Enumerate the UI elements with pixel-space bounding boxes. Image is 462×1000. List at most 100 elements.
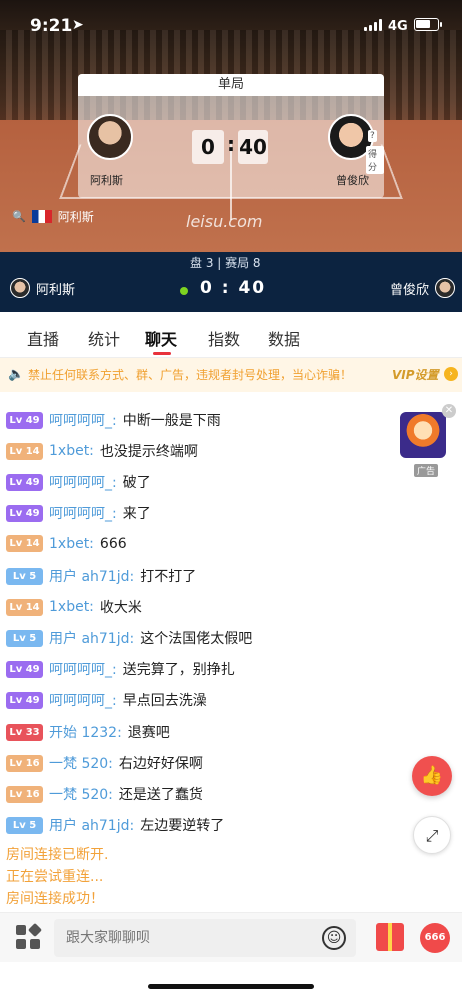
level-badge: Lv 49	[6, 411, 43, 429]
chat-text: 左边要逆转了	[140, 818, 225, 834]
avatar-player-left	[87, 114, 133, 160]
score-right: 40	[238, 130, 268, 164]
chat-username[interactable]: 一梵 520:	[49, 784, 113, 804]
chat-message: Lv 49 呵呵呵呵_: 中断一般是下雨	[6, 410, 221, 430]
notice-bar: 🔈 禁止任何联系方式、群、广告，违规者封号处理，当心诈骗！ VIP设置 ›	[0, 358, 462, 392]
set-game-info: 盘 3 | 赛局 8	[190, 256, 261, 270]
chat-message: Lv 16 一梵 520: 右边好好保啊	[6, 753, 203, 773]
tab-data[interactable]: 数据	[268, 326, 300, 350]
chat-username[interactable]: 一梵 520:	[49, 753, 113, 773]
chat-username[interactable]: 呵呵呵呵_:	[49, 503, 117, 523]
chat-text: 也没提示终端啊	[99, 444, 198, 460]
chat-text: 右边好好保啊	[118, 756, 203, 772]
chat-message: Lv 49 呵呵呵呵_: 破了	[6, 472, 151, 492]
chat-username[interactable]: 开始 1232:	[49, 722, 122, 742]
chat-username[interactable]: 用户 ah71jd:	[49, 566, 134, 586]
chat-text: 来了	[122, 506, 151, 522]
chat-text: 666	[99, 535, 127, 552]
level-badge: Lv 5	[6, 629, 43, 647]
watermark: leisu.com	[186, 212, 263, 231]
home-indicator	[148, 984, 314, 989]
scorecard: 单局 0 : 40 阿利斯 曾俊欣 ? 得分	[78, 74, 384, 198]
expand-icon[interactable]: ⤢	[413, 816, 451, 854]
chat-username[interactable]: 呵呵呵呵_:	[49, 690, 117, 710]
level-badge: Lv 5	[6, 567, 43, 585]
chat-text: 破了	[122, 475, 151, 491]
chat-username[interactable]: 用户 ah71jd:	[49, 628, 134, 648]
tab-odds[interactable]: 指数	[208, 326, 240, 350]
level-badge: Lv 14	[6, 442, 43, 460]
active-tab-indicator	[153, 352, 171, 355]
chat-username[interactable]: 呵呵呵呵_:	[49, 659, 117, 679]
scorecard-header: 单局	[78, 74, 384, 96]
strip-score: 0 : 40	[200, 278, 267, 298]
tab-stats[interactable]: 统计	[88, 326, 120, 350]
player-left-name: 阿利斯	[90, 174, 123, 187]
close-icon[interactable]: ✕	[442, 404, 456, 418]
chat-message: Lv 5 用户 ah71jd: 打不打了	[6, 566, 196, 586]
chat-username[interactable]: 1xbet:	[49, 443, 94, 459]
666-badge[interactable]: 666	[420, 923, 450, 953]
tab-chat[interactable]: 聊天	[145, 326, 177, 350]
strip-player-right-name: 曾俊欣	[390, 282, 430, 298]
speaker-icon: 🔈	[8, 367, 25, 382]
chat-message: Lv 49 呵呵呵呵_: 来了	[6, 503, 151, 523]
strip-player-left-name: 阿利斯	[36, 282, 76, 298]
serving-player-name: 阿利斯	[57, 210, 94, 224]
level-badge: Lv 14	[6, 598, 43, 616]
side-tag-score: 得分	[366, 146, 384, 174]
chat-username[interactable]: 呵呵呵呵_:	[49, 410, 117, 430]
system-message: 房间连接成功！	[6, 891, 104, 907]
network-type: 4G	[388, 19, 408, 34]
level-badge: Lv 49	[6, 660, 43, 678]
chat-message: Lv 16 一梵 520: 还是送了蠢货	[6, 784, 203, 804]
strip-player-left: 阿利斯	[10, 278, 75, 298]
chat-username[interactable]: 1xbet:	[49, 536, 94, 552]
chat-message: Lv 49 呵呵呵呵_: 送完算了，别挣扎	[6, 659, 235, 679]
chat-list[interactable]: Lv 49 呵呵呵呵_: 中断一般是下雨 Lv 14 1xbet: 也没提示终端…	[0, 392, 462, 912]
player-right-name: 曾俊欣	[336, 174, 369, 187]
chat-username[interactable]: 用户 ah71jd:	[49, 815, 134, 835]
chat-message: Lv 49 呵呵呵呵_: 早点回去洗澡	[6, 690, 207, 710]
level-badge: Lv 49	[6, 473, 43, 491]
status-bar: 9:21 ➤ 4G	[0, 0, 462, 52]
signal-icon	[364, 19, 382, 31]
tab-live[interactable]: 直播	[27, 326, 59, 350]
level-badge: Lv 5	[6, 816, 43, 834]
chat-text: 中断一般是下雨	[122, 413, 221, 429]
france-flag-icon	[31, 210, 52, 223]
level-badge: Lv 16	[6, 785, 43, 803]
system-message: 正在尝试重连...	[6, 869, 104, 885]
emoji-icon[interactable]: ☺	[322, 926, 346, 950]
chat-message: Lv 5 用户 ah71jd: 这个法国佬太假吧	[6, 628, 252, 648]
serve-indicator	[180, 287, 188, 295]
like-button[interactable]: 👍	[412, 756, 452, 796]
chat-input-bar: ☺ 666	[0, 912, 462, 962]
chat-message: Lv 14 1xbet: 也没提示终端啊	[6, 441, 198, 461]
strip-player-right: 曾俊欣	[390, 278, 456, 298]
chat-text: 收大米	[99, 600, 142, 616]
chat-message: Lv 14 1xbet: 收大米	[6, 597, 142, 617]
chat-input[interactable]	[54, 919, 356, 957]
vip-settings-link[interactable]: VIP设置	[392, 366, 439, 383]
level-badge: Lv 49	[6, 691, 43, 709]
score-colon: :	[227, 132, 235, 156]
battery-icon	[414, 18, 442, 31]
chat-text: 这个法国佬太假吧	[140, 631, 253, 647]
ad-image	[400, 412, 446, 458]
serving-player: 🔍 阿利斯	[12, 208, 94, 225]
chat-username[interactable]: 呵呵呵呵_:	[49, 472, 117, 492]
location-arrow-icon: ➤	[72, 17, 84, 33]
score-strip: 盘 3 | 赛局 8 阿利斯 0 : 40 曾俊欣	[0, 252, 462, 312]
vip-arrow-icon[interactable]: ›	[444, 367, 458, 381]
level-badge: Lv 14	[6, 535, 43, 552]
avatar-icon	[10, 278, 30, 298]
floating-ad[interactable]: 广告	[400, 412, 448, 480]
chat-message: Lv 33 开始 1232: 退赛吧	[6, 722, 170, 742]
apps-grid-icon[interactable]	[16, 922, 43, 951]
chat-username[interactable]: 1xbet:	[49, 599, 94, 615]
notice-text: 禁止任何联系方式、群、广告，违规者封号处理，当心诈骗！	[28, 368, 353, 382]
level-badge: Lv 33	[6, 723, 43, 741]
gift-icon[interactable]	[376, 923, 404, 951]
chat-text: 送完算了，别挣扎	[122, 662, 235, 678]
